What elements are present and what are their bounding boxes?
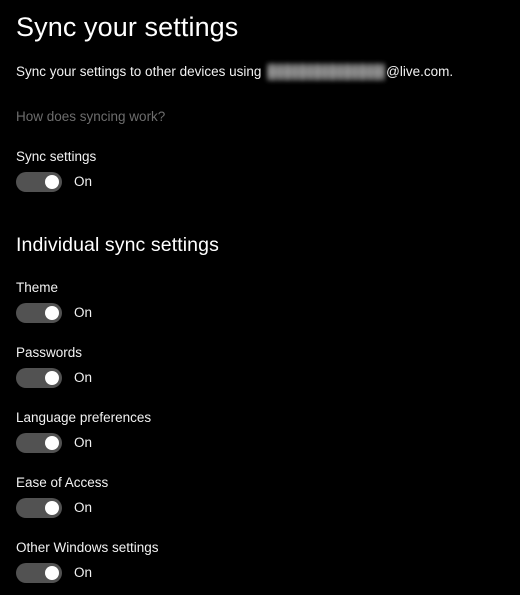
redacted-account-name (267, 63, 386, 81)
toggle-state-ease-of-access: On (74, 500, 93, 515)
toggle-knob-icon (45, 306, 59, 320)
toggle-row-language-preferences: On (16, 433, 151, 453)
setting-theme: Theme On (16, 279, 92, 323)
setting-passwords: Passwords On (16, 344, 92, 388)
toggle-knob-icon (45, 175, 59, 189)
sync-description-suffix: @live.com. (386, 64, 454, 79)
setting-label-language-preferences: Language preferences (16, 410, 152, 425)
toggle-knob-icon (45, 566, 59, 580)
sync-description-prefix: Sync your settings to other devices usin… (16, 64, 266, 79)
toggle-row-theme: On (16, 303, 92, 323)
setting-label-other-windows-settings: Other Windows settings (16, 540, 159, 555)
setting-label-theme: Theme (16, 280, 59, 295)
setting-other-windows-settings: Other Windows settings On (16, 539, 159, 583)
toggle-state-other-windows-settings: On (74, 565, 93, 580)
setting-ease-of-access: Ease of Access On (16, 474, 108, 518)
toggle-state-theme: On (74, 305, 93, 320)
toggle-language-preferences[interactable] (16, 433, 62, 453)
sync-settings-page: Sync your settings Sync your settings to… (0, 0, 520, 595)
toggle-theme[interactable] (16, 303, 62, 323)
toggle-row-ease-of-access: On (16, 498, 108, 518)
setting-label-passwords: Passwords (16, 345, 83, 360)
toggle-row-passwords: On (16, 368, 92, 388)
how-does-syncing-work-link[interactable]: How does syncing work? (16, 108, 165, 126)
toggle-state-passwords: On (74, 370, 93, 385)
toggle-row-other-windows-settings: On (16, 563, 159, 583)
toggle-knob-icon (45, 436, 59, 450)
section-heading-individual-sync-settings: Individual sync settings (16, 234, 219, 256)
toggle-sync-settings[interactable] (16, 172, 62, 192)
page-title: Sync your settings (16, 12, 239, 42)
toggle-ease-of-access[interactable] (16, 498, 62, 518)
setting-label-sync-settings: Sync settings (16, 149, 97, 164)
sync-description: Sync your settings to other devices usin… (16, 63, 453, 81)
toggle-passwords[interactable] (16, 368, 62, 388)
toggle-state-language-preferences: On (74, 435, 93, 450)
toggle-row-sync-settings: On (16, 172, 96, 192)
setting-sync-settings: Sync settings On (16, 148, 96, 192)
toggle-other-windows-settings[interactable] (16, 563, 62, 583)
setting-label-ease-of-access: Ease of Access (16, 475, 109, 490)
toggle-knob-icon (45, 371, 59, 385)
toggle-knob-icon (45, 501, 59, 515)
setting-language-preferences: Language preferences On (16, 409, 151, 453)
toggle-state-sync-settings: On (74, 174, 93, 189)
